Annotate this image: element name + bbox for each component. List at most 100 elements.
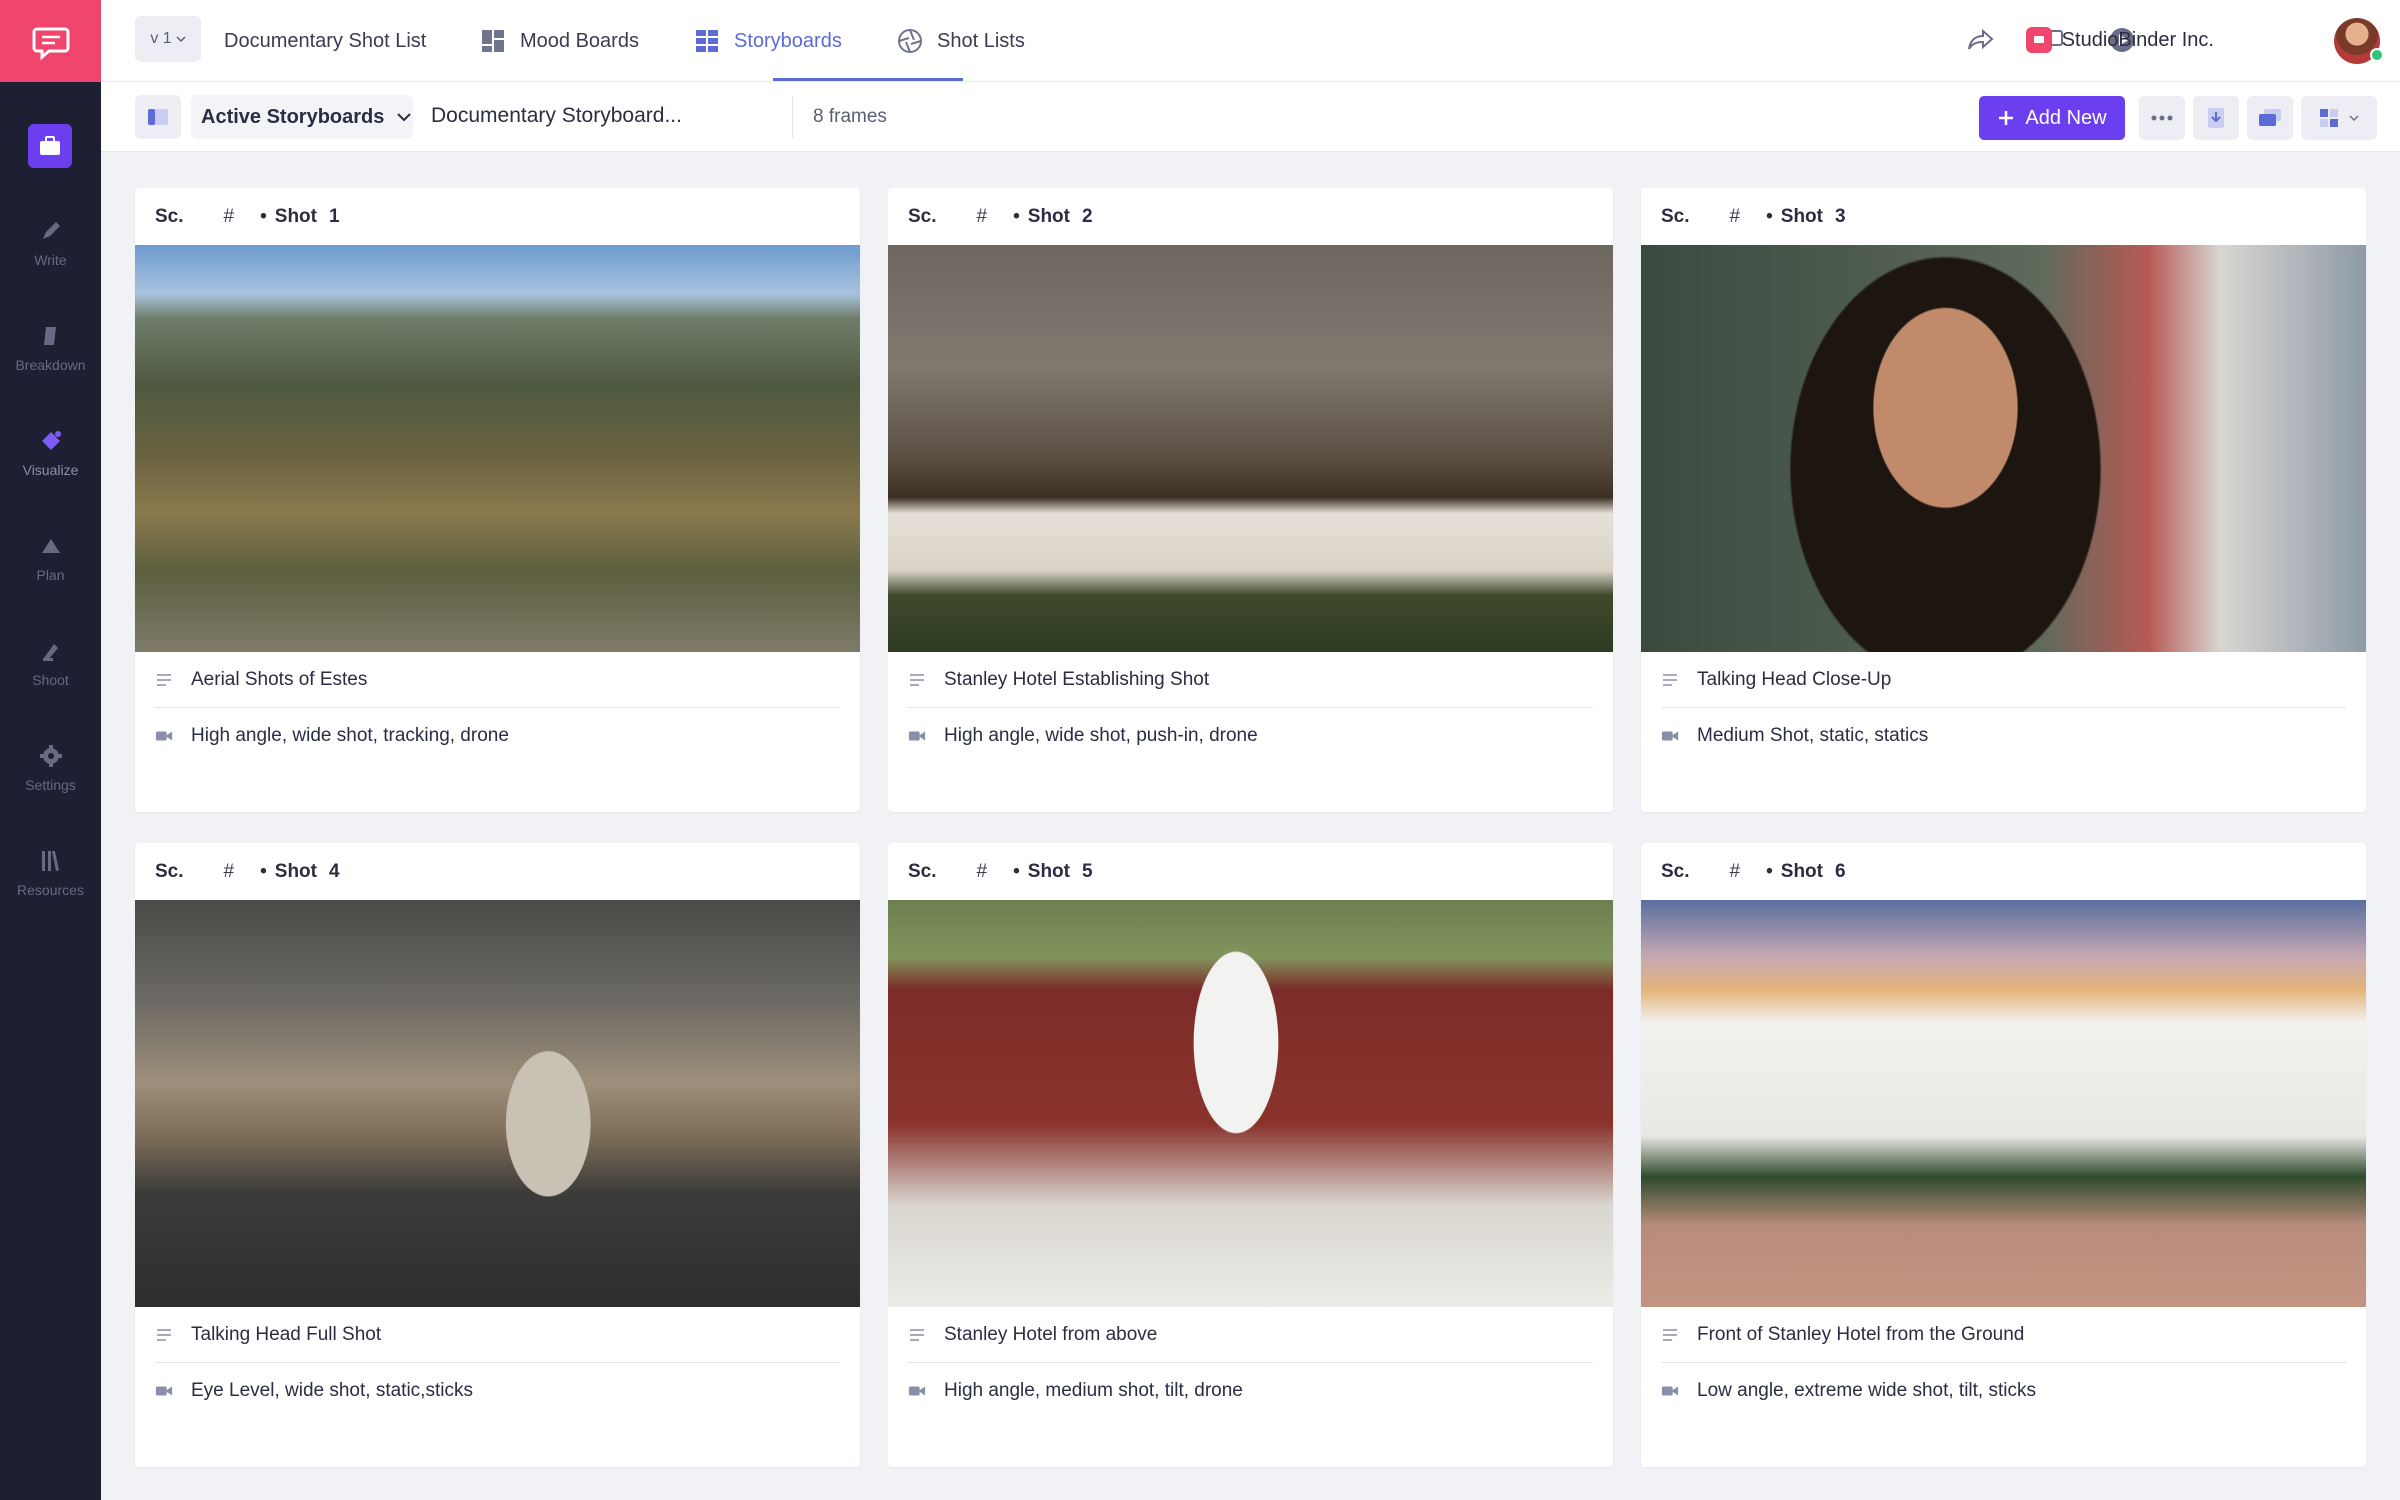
company-name: StudioBinder Inc. <box>2061 28 2214 51</box>
scene-number-field[interactable]: # <box>224 861 235 883</box>
shot-image[interactable] <box>135 900 860 1307</box>
shot-title: Talking Head Full Shot <box>191 1323 382 1345</box>
sidebar-item-label: Resources <box>17 882 84 898</box>
shot-image[interactable] <box>1641 245 2366 652</box>
card-header: Sc. # • Shot 6 <box>1641 843 2366 900</box>
video-camera-icon <box>155 731 173 741</box>
text-lines-icon <box>1663 1328 1677 1341</box>
tab-label: Shot Lists <box>937 29 1025 52</box>
add-new-label: Add New <box>2025 106 2107 129</box>
shot-description: High angle, wide shot, tracking, drone <box>191 725 509 746</box>
sidebar-item-visualize[interactable]: Visualize <box>0 428 101 478</box>
shot-label: Shot <box>1027 860 1070 882</box>
share-button[interactable] <box>1965 24 1997 56</box>
shot-image[interactable] <box>888 900 1613 1307</box>
scene-number-field[interactable]: # <box>977 206 988 228</box>
shot-description: Eye Level, wide shot, static,sticks <box>191 1380 473 1401</box>
briefcase-button[interactable] <box>28 124 72 168</box>
shot-camera-row[interactable]: High angle, wide shot, push-in, drone <box>908 708 1593 764</box>
text-lines-icon <box>157 673 171 686</box>
company-logo-icon <box>2025 27 2052 53</box>
shot-title-row[interactable]: Talking Head Close-Up <box>1661 652 2346 708</box>
shot-title-row[interactable]: Aerial Shots of Estes <box>155 652 840 708</box>
more-options-button[interactable] <box>2139 96 2185 140</box>
storyboard-card[interactable]: Sc. # • Shot 5 Stanley Hotel from above … <box>888 843 1613 1467</box>
shot-camera-row[interactable]: Medium Shot, static, statics <box>1661 708 2346 764</box>
more-icon <box>2151 115 2173 121</box>
project-title[interactable]: Documentary Shot List <box>224 0 426 82</box>
scene-number-field[interactable]: # <box>1730 206 1741 228</box>
storyboard-card[interactable]: Sc. # • Shot 3 Talking Head Close-Up Med… <box>1641 188 2366 812</box>
version-selector[interactable]: v 1 <box>135 16 201 62</box>
bullet: • <box>1013 860 1020 882</box>
plan-icon <box>41 539 60 553</box>
shot-title-row[interactable]: Stanley Hotel from above <box>908 1307 1593 1363</box>
scene-number-field[interactable]: # <box>1730 861 1741 883</box>
add-new-button[interactable]: Add New <box>1979 96 2125 140</box>
shot-title-row[interactable]: Stanley Hotel Establishing Shot <box>908 652 1593 708</box>
sidebar-item-settings[interactable]: Settings <box>0 743 101 793</box>
left-sidebar: Write Breakdown Visualize Plan Shoot Set… <box>0 0 101 1500</box>
storyboard-filter-dropdown[interactable]: Active Storyboards <box>191 95 413 139</box>
scene-number-field[interactable]: # <box>224 206 235 228</box>
shot-image[interactable] <box>888 245 1613 652</box>
tab-shot-lists[interactable]: Shot Lists <box>897 0 1025 82</box>
bullet: • <box>1013 205 1020 227</box>
panel-toggle-button[interactable] <box>135 95 181 139</box>
present-icon <box>2259 109 2281 126</box>
sidebar-item-label: Write <box>34 252 67 268</box>
card-header: Sc. # • Shot 5 <box>888 843 1613 900</box>
chat-logo-icon <box>32 27 69 61</box>
gear-icon <box>39 745 62 767</box>
studiobinder-logo[interactable] <box>0 0 101 82</box>
sidebar-item-shoot[interactable]: Shoot <box>0 638 101 688</box>
sidebar-item-breakdown[interactable]: Breakdown <box>0 323 101 373</box>
shot-image[interactable] <box>135 245 860 652</box>
chevron-down-icon <box>397 113 412 122</box>
shot-camera-row[interactable]: Low angle, extreme wide shot, tilt, stic… <box>1661 1363 2346 1419</box>
project-title-text: Documentary Shot List <box>224 29 427 52</box>
storyboard-card[interactable]: Sc. # • Shot 6 Front of Stanley Hotel fr… <box>1641 843 2366 1467</box>
bullet: • <box>260 205 267 227</box>
shot-number: 6 <box>1834 860 1846 882</box>
storyboard-card[interactable]: Sc. # • Shot 4 Talking Head Full Shot Ey… <box>135 843 860 1467</box>
sidebar-item-label: Plan <box>36 567 65 583</box>
shot-number: 2 <box>1081 205 1093 227</box>
present-button[interactable] <box>2247 96 2293 140</box>
sidebar-item-write[interactable]: Write <box>0 218 101 268</box>
shot-description: High angle, medium shot, tilt, drone <box>944 1380 1243 1401</box>
shot-label: Shot <box>1780 860 1823 882</box>
briefcase-icon <box>40 136 60 155</box>
shot-title-row[interactable]: Front of Stanley Hotel from the Ground <box>1661 1307 2346 1363</box>
shot-camera-row[interactable]: Eye Level, wide shot, static,sticks <box>155 1363 840 1419</box>
company-switcher[interactable]: StudioBinder Inc. <box>2025 20 2214 60</box>
breakdown-icon <box>43 327 56 345</box>
shot-image[interactable] <box>1641 900 2366 1307</box>
view-layout-button[interactable] <box>2301 96 2377 140</box>
scene-number-field[interactable]: # <box>977 861 988 883</box>
shot-label: Shot <box>274 860 317 882</box>
sidebar-item-resources[interactable]: Resources <box>0 848 101 898</box>
shot-number: 4 <box>328 860 340 882</box>
text-lines-icon <box>1663 673 1677 686</box>
video-camera-icon <box>155 1386 173 1396</box>
storyboard-card[interactable]: Sc. # • Shot 1 Aerial Shots of Estes Hig… <box>135 188 860 812</box>
sidebar-item-plan[interactable]: Plan <box>0 533 101 583</box>
bullet: • <box>1766 860 1773 882</box>
shot-title-row[interactable]: Talking Head Full Shot <box>155 1307 840 1363</box>
shot-label: Shot <box>274 205 317 227</box>
shot-camera-row[interactable]: High angle, wide shot, tracking, drone <box>155 708 840 764</box>
plus-icon <box>1999 111 2014 125</box>
video-camera-icon <box>908 731 926 741</box>
shot-camera-row[interactable]: High angle, medium shot, tilt, drone <box>908 1363 1593 1419</box>
filter-label: Active Storyboards <box>201 105 385 128</box>
tab-storyboards[interactable]: Storyboards <box>694 0 842 82</box>
tab-mood-boards[interactable]: Mood Boards <box>480 0 639 82</box>
tab-label: Storyboards <box>734 29 842 52</box>
storyboard-card[interactable]: Sc. # • Shot 2 Stanley Hotel Establishin… <box>888 188 1613 812</box>
download-button[interactable] <box>2193 96 2239 140</box>
board-name[interactable]: Documentary Storyboard... <box>431 104 682 128</box>
sidebar-item-label: Visualize <box>22 462 79 478</box>
sidebar-item-label: Breakdown <box>15 357 86 373</box>
shot-title: Stanley Hotel from above <box>944 1323 1158 1345</box>
